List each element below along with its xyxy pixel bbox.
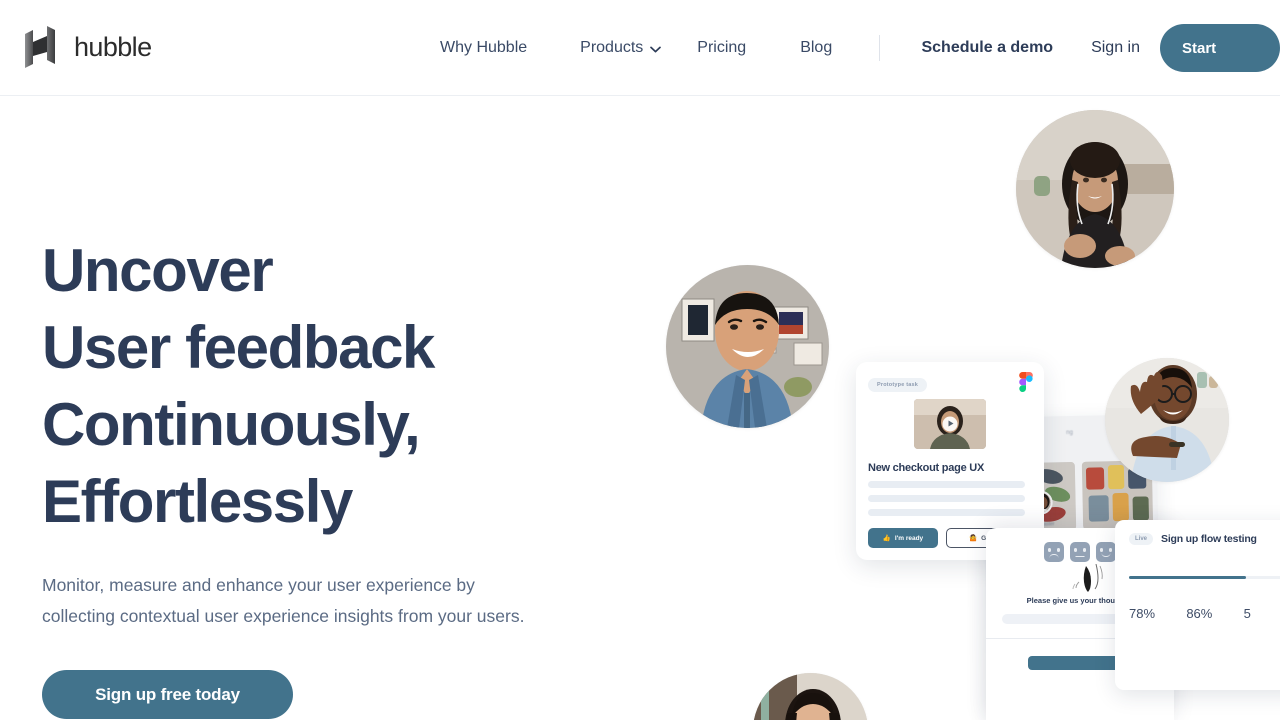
skeleton-line: [868, 509, 1026, 516]
nav-item-pricing[interactable]: Pricing: [697, 39, 746, 57]
skeleton-line: [868, 495, 1026, 502]
hubble-h-mark-icon: [25, 26, 55, 68]
sign-up-free-button[interactable]: Sign up free today: [42, 670, 293, 719]
avatar-photo: [753, 673, 868, 720]
skeleton-line: [868, 481, 1026, 488]
sad-face-icon[interactable]: [1044, 542, 1064, 562]
im-ready-button[interactable]: 👍 I'm ready: [868, 528, 938, 548]
im-ready-label: I'm ready: [894, 534, 924, 542]
sign-in-link[interactable]: Sign in: [1091, 39, 1140, 57]
prototype-task-badge: Prototype task: [868, 378, 928, 392]
live-survey-panel: Live Sign up flow testing 78% 86% 5: [1115, 520, 1280, 690]
site-header: hubble Why Hubble Products Pricing Blog …: [0, 0, 1280, 96]
live-status-badge: Live: [1129, 533, 1154, 545]
headline-line-2: User feedback: [42, 314, 435, 381]
thumbs-up-icon: 👍: [882, 535, 891, 542]
header-divider: [879, 35, 881, 61]
play-icon: [942, 416, 958, 432]
happy-face-icon[interactable]: [1096, 542, 1116, 562]
nav-label: Blog: [800, 39, 833, 56]
nav-label: Products: [580, 39, 644, 56]
avatar-woman-headphones: [1016, 110, 1174, 268]
avatar-photo: [1105, 358, 1229, 482]
logo[interactable]: hubble: [24, 26, 152, 68]
progress-bar-fill: [1129, 576, 1246, 579]
page-title: Uncover User feedback Continuously, Effo…: [42, 232, 602, 540]
nav-item-products[interactable]: Products: [580, 39, 662, 57]
headline-line-1: Uncover: [42, 237, 274, 304]
neutral-face-icon[interactable]: [1070, 542, 1090, 562]
header-actions: Schedule a demo Sign in Start: [879, 0, 1280, 96]
nav-item-blog[interactable]: Blog: [800, 39, 832, 57]
figma-logo-icon: [1019, 372, 1033, 392]
header-cta-button[interactable]: Start: [1160, 24, 1280, 72]
logo-text: hubble: [74, 31, 152, 62]
shrug-icon: 🤷: [969, 535, 978, 542]
live-survey-header: Live Sign up flow testing: [1129, 533, 1280, 545]
stat-value: 78%: [1129, 606, 1156, 621]
stat-value: 86%: [1186, 606, 1213, 621]
subtitle-line-1: Monitor, measure and enhance your user e…: [42, 575, 475, 595]
subtitle-line-2: collecting contextual user experience in…: [42, 606, 525, 626]
hero-collage: ng Prototype task New checkout page UX 👍…: [620, 96, 1280, 720]
headline-line-3: Continuously,: [42, 391, 421, 458]
nav-item-why-hubble[interactable]: Why Hubble: [440, 39, 527, 57]
headline-line-4: Effortlessly: [42, 468, 353, 535]
avatar-woman-smiling: [753, 673, 868, 720]
pointing-hand-illustration-icon: [1072, 564, 1103, 592]
avatar-photo: [666, 265, 829, 428]
live-survey-stats: 78% 86% 5: [1129, 606, 1280, 621]
avatar-photo: [1016, 110, 1174, 268]
hero-copy: Uncover User feedback Continuously, Effo…: [42, 232, 602, 719]
progress-bar-track: [1129, 576, 1280, 579]
prototype-video-thumbnail[interactable]: [914, 399, 986, 449]
main-nav: Why Hubble Products Pricing Blog: [440, 0, 832, 96]
nav-label: Pricing: [697, 39, 747, 56]
chevron-down-icon: [650, 46, 662, 52]
live-survey-title: Sign up flow testing: [1161, 533, 1257, 545]
stat-value: 5: [1243, 606, 1251, 621]
hero-subtitle: Monitor, measure and enhance your user e…: [42, 570, 602, 632]
prototype-task-title: New checkout page UX: [868, 462, 985, 474]
avatar-man-denim: [666, 265, 829, 428]
avatar-man-waving: [1105, 358, 1229, 482]
schedule-demo-link[interactable]: Schedule a demo: [921, 39, 1053, 57]
nav-label: Why Hubble: [440, 39, 528, 56]
